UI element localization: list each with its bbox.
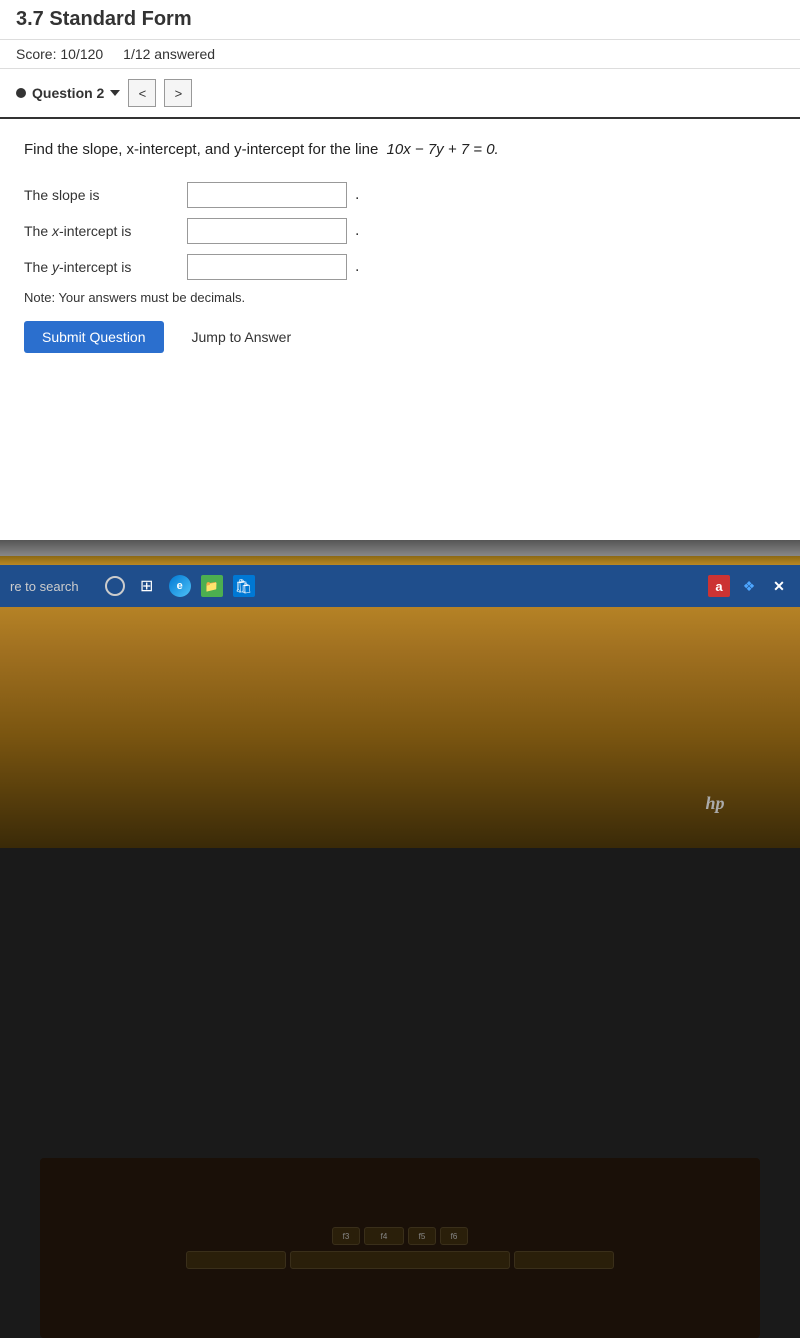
jump-to-answer-button[interactable]: Jump to Answer xyxy=(178,321,306,353)
keyboard-area: f3 f4 f5 f6 xyxy=(40,1158,760,1338)
slope-input[interactable] xyxy=(187,182,347,208)
x-icon[interactable]: ✕ xyxy=(768,575,790,597)
task-view-icon[interactable]: ⊞ xyxy=(135,574,159,598)
page-title: 3.7 Standard Form xyxy=(16,8,784,31)
x-intercept-label: The x-intercept is xyxy=(24,223,179,239)
edge-browser-icon[interactable]: e xyxy=(169,575,191,597)
question-text-main: Find the slope, x-intercept, and y-inter… xyxy=(24,141,378,158)
taskbar: re to search ⊞ e 📁 🛍 a ❖ ✕ xyxy=(0,565,800,607)
dropbox-icon[interactable]: ❖ xyxy=(738,575,760,597)
keyboard-row-1: f3 f4 f5 f6 xyxy=(332,1227,468,1245)
submit-question-button[interactable]: Submit Question xyxy=(24,321,164,353)
y-intercept-period: . xyxy=(355,258,359,276)
key-f4[interactable]: f4 xyxy=(364,1227,404,1245)
button-row: Submit Question Jump to Answer xyxy=(24,321,776,353)
search-text: re to search xyxy=(10,579,79,594)
slope-row: The slope is . xyxy=(24,182,776,208)
dropdown-icon[interactable] xyxy=(110,90,120,96)
x-intercept-input[interactable] xyxy=(187,218,347,244)
taskbar-search: re to search xyxy=(10,579,79,594)
store-icon[interactable]: 🛍 xyxy=(233,575,255,597)
key-f6[interactable]: f6 xyxy=(440,1227,468,1245)
question-text: Find the slope, x-intercept, and y-inter… xyxy=(24,139,776,162)
hp-logo: hp xyxy=(690,788,740,818)
taskbar-right-icons: a ❖ ✕ xyxy=(708,575,790,597)
laptop-base: f3 f4 f5 f6 hp xyxy=(0,568,800,848)
x-intercept-row: The x-intercept is . xyxy=(24,218,776,244)
question-area: Find the slope, x-intercept, and y-inter… xyxy=(0,119,800,373)
y-intercept-row: The y-intercept is . xyxy=(24,254,776,280)
next-question-button[interactable]: > xyxy=(164,79,192,107)
key-spacebar-left[interactable] xyxy=(186,1251,286,1269)
score-text: Score: 10/120 xyxy=(16,46,103,62)
key-spacebar-right[interactable] xyxy=(514,1251,614,1269)
x-intercept-period: . xyxy=(355,222,359,240)
laptop-screen: 3.7 Standard Form Score: 10/120 1/12 ans… xyxy=(0,0,800,600)
taskbar-icons: ⊞ e 📁 🛍 xyxy=(105,574,255,598)
key-f3[interactable]: f3 xyxy=(332,1227,360,1245)
search-icon[interactable] xyxy=(105,576,125,596)
browser-content: 3.7 Standard Form Score: 10/120 1/12 ans… xyxy=(0,0,800,540)
file-explorer-icon[interactable]: 📁 xyxy=(201,575,223,597)
note-text: Note: Your answers must be decimals. xyxy=(24,290,776,305)
key-spacebar-center[interactable] xyxy=(290,1251,510,1269)
laptop-bezel xyxy=(0,540,800,556)
key-f5[interactable]: f5 xyxy=(408,1227,436,1245)
page-header: 3.7 Standard Form xyxy=(0,0,800,40)
y-intercept-label: The y-intercept is xyxy=(24,259,179,275)
amazon-icon[interactable]: a xyxy=(708,575,730,597)
question-selector[interactable]: Question 2 xyxy=(16,85,120,101)
y-intercept-input[interactable] xyxy=(187,254,347,280)
question-label: Question 2 xyxy=(32,85,104,101)
keyboard-row-2 xyxy=(186,1251,614,1269)
question-equation: 10x − 7y + 7 = 0. xyxy=(387,141,499,158)
slope-period: . xyxy=(355,186,359,204)
question-dot xyxy=(16,88,26,98)
score-bar: Score: 10/120 1/12 answered xyxy=(0,40,800,69)
slope-label: The slope is xyxy=(24,187,179,203)
prev-question-button[interactable]: < xyxy=(128,79,156,107)
answered-text: 1/12 answered xyxy=(123,46,215,62)
question-nav: Question 2 < > xyxy=(0,69,800,119)
